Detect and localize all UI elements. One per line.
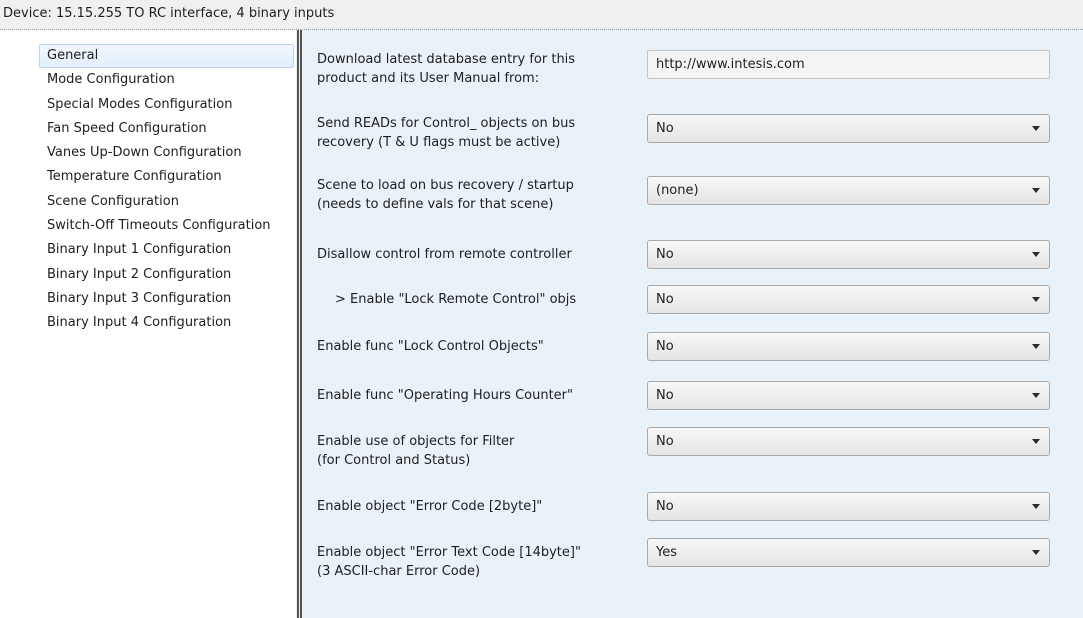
sidebar-item-mode-configuration[interactable]: Mode Configuration	[39, 68, 294, 92]
error-text-value: Yes	[656, 545, 677, 560]
error-code-dropdown[interactable]: No	[647, 492, 1050, 521]
chevron-down-icon	[1032, 439, 1040, 444]
error-text-dropdown[interactable]: Yes	[647, 538, 1050, 567]
operating-hours-value: No	[656, 388, 674, 403]
device-title: Device: 15.15.255 TO RC interface, 4 bin…	[3, 6, 335, 21]
param-label-error-text: Enable object "Error Text Code [14byte]"…	[317, 545, 581, 579]
lock-remote-dropdown[interactable]: No	[647, 285, 1050, 314]
disallow-remote-value: No	[656, 247, 674, 262]
sidebar-item-vanes-up-down-configuration[interactable]: Vanes Up-Down Configuration	[39, 141, 294, 165]
scene-recovery-dropdown[interactable]: (none)	[647, 176, 1050, 205]
sidebar-item-temperature-configuration[interactable]: Temperature Configuration	[39, 165, 294, 189]
download-url-field[interactable]: http://www.intesis.com	[647, 50, 1050, 79]
param-label-error-code: Enable object "Error Code [2byte]"	[317, 499, 543, 514]
param-label-download: Download latest database entry for this …	[317, 52, 576, 86]
sidebar: General Mode Configuration Special Modes…	[0, 30, 296, 618]
operating-hours-dropdown[interactable]: No	[647, 381, 1050, 410]
filter-objects-dropdown[interactable]: No	[647, 427, 1050, 456]
param-label-operating-hours: Enable func "Operating Hours Counter"	[317, 388, 574, 403]
send-reads-value: No	[656, 121, 674, 136]
sidebar-list: General Mode Configuration Special Modes…	[39, 44, 294, 336]
lock-remote-value: No	[656, 292, 674, 307]
parameters-panel: Download latest database entry for this …	[302, 30, 1083, 618]
error-code-value: No	[656, 499, 674, 514]
sidebar-item-general[interactable]: General	[39, 44, 294, 69]
sidebar-item-binary-input-4-configuration[interactable]: Binary Input 4 Configuration	[39, 311, 294, 335]
chevron-down-icon	[1032, 393, 1040, 398]
title-bar: Device: 15.15.255 TO RC interface, 4 bin…	[0, 0, 1083, 30]
param-label-disallow-remote: Disallow control from remote controller	[317, 247, 572, 262]
param-label-scene-recovery: Scene to load on bus recovery / startup …	[317, 178, 574, 212]
lock-control-value: No	[656, 339, 674, 354]
sidebar-item-special-modes-configuration[interactable]: Special Modes Configuration	[39, 93, 294, 117]
filter-objects-value: No	[656, 434, 674, 449]
sidebar-item-switch-off-timeouts-configuration[interactable]: Switch-Off Timeouts Configuration	[39, 214, 294, 238]
chevron-down-icon	[1032, 126, 1040, 131]
sidebar-item-binary-input-1-configuration[interactable]: Binary Input 1 Configuration	[39, 238, 294, 262]
scene-recovery-value: (none)	[656, 183, 699, 198]
chevron-down-icon	[1032, 550, 1040, 555]
param-label-send-reads: Send READs for Control_ objects on bus r…	[317, 116, 576, 150]
download-url-value: http://www.intesis.com	[656, 57, 805, 72]
param-label-lock-control: Enable func "Lock Control Objects"	[317, 339, 544, 354]
chevron-down-icon	[1032, 252, 1040, 257]
chevron-down-icon	[1032, 297, 1040, 302]
chevron-down-icon	[1032, 344, 1040, 349]
param-label-lock-remote: > Enable "Lock Remote Control" objs	[335, 292, 577, 307]
sidebar-item-binary-input-3-configuration[interactable]: Binary Input 3 Configuration	[39, 287, 294, 311]
sidebar-item-binary-input-2-configuration[interactable]: Binary Input 2 Configuration	[39, 263, 294, 287]
lock-control-dropdown[interactable]: No	[647, 332, 1050, 361]
chevron-down-icon	[1032, 188, 1040, 193]
chevron-down-icon	[1032, 504, 1040, 509]
param-label-filter: Enable use of objects for Filter (for Co…	[317, 434, 515, 468]
sidebar-item-scene-configuration[interactable]: Scene Configuration	[39, 190, 294, 214]
sidebar-item-fan-speed-configuration[interactable]: Fan Speed Configuration	[39, 117, 294, 141]
send-reads-dropdown[interactable]: No	[647, 114, 1050, 143]
disallow-remote-dropdown[interactable]: No	[647, 240, 1050, 269]
